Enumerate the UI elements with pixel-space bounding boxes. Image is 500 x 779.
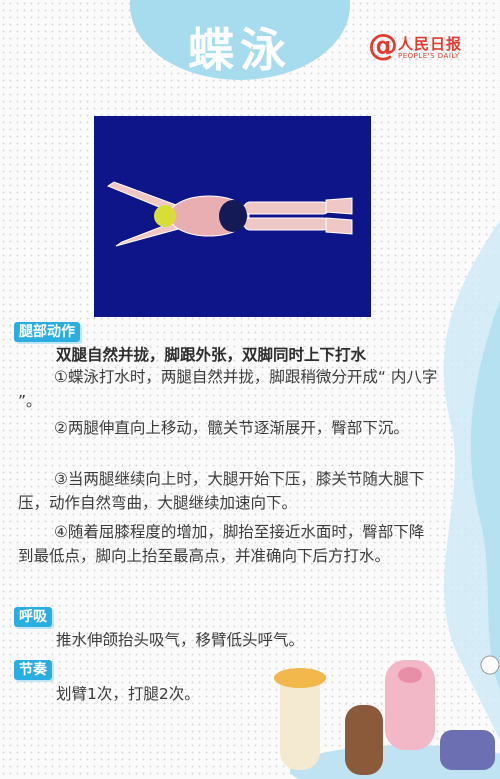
logo-name: 人民日报	[398, 35, 463, 53]
small-creature-icon	[480, 655, 500, 675]
legs-step-4: ④随着屈膝程度的增加，脚抬至接近水面时，臀部下降到最低点，脚向上抬至最高点，并准…	[18, 523, 425, 565]
page-title: 蝶泳	[188, 23, 292, 77]
swimmer-illustration	[106, 181, 353, 247]
swim-trunks-icon	[219, 200, 247, 232]
section-tag-breathing: 呼吸	[14, 607, 52, 627]
logo-at-icon: @	[368, 28, 398, 63]
section-tag-rhythm: 节奏	[14, 660, 52, 680]
butterfly-stroke-animation[interactable]	[94, 116, 371, 317]
legs-step-1: ①蝶泳打水时，两腿自然并拢，脚跟稍微分开成“ 内八字 ”。	[18, 368, 438, 410]
legs-step-2: ②两腿伸直向上移动，髋关节逐渐展开，臀部下沉。	[54, 419, 409, 437]
cartoon-animals-illustration	[274, 655, 500, 779]
peoples-daily-logo: @ 人民日报 PEOPLE'S DAILY	[368, 30, 488, 66]
legs-step-3: ③当两腿继续向上时，大腿开始下压，膝关节随大腿下压，动作自然弯曲，大腿继续加速向…	[18, 470, 425, 512]
logo-subtitle: PEOPLE'S DAILY	[398, 52, 460, 60]
rhythm-text: 划臂1次，打腿2次。	[56, 685, 200, 703]
beaver-icon	[345, 705, 383, 775]
swim-cap-icon	[154, 205, 176, 227]
section-tag-legs: 腿部动作	[14, 322, 80, 342]
legs-headline: 双腿自然并拢，脚跟外张，双脚同时上下打水	[56, 346, 367, 364]
